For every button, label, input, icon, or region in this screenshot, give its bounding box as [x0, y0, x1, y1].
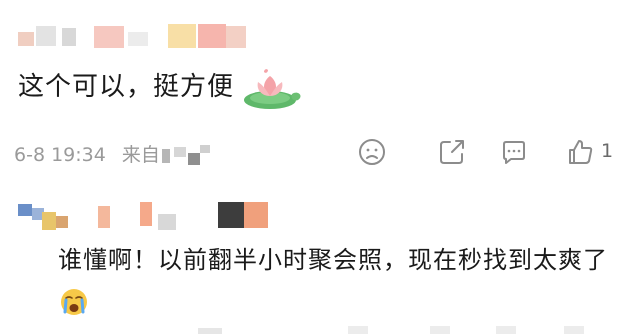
source-device-blurred [160, 144, 212, 167]
like-icon[interactable] [562, 134, 598, 170]
comment-1-text: 这个可以，挺方便 [18, 72, 235, 102]
next-meta-line-clipped [0, 322, 640, 335]
like-count: 1 [601, 140, 614, 162]
comment-2-username-blurred[interactable] [18, 198, 268, 232]
comment-1-source-label: 来自 [121, 144, 160, 166]
sad-face-icon[interactable] [354, 134, 390, 170]
comment-1-date: 6-8 19:34 [14, 144, 106, 166]
comment-1-username-blurred[interactable] [18, 18, 248, 52]
comment-1-meta: 6-8 19:34 来自 [14, 140, 212, 167]
share-icon[interactable] [434, 134, 470, 170]
comment-2-text: 谁懂啊！以前翻半小时聚会照，现在秒找到太爽了 [58, 238, 628, 326]
comment-2-text-body: 谁懂啊！以前翻半小时聚会照，现在秒找到太爽了 [58, 246, 608, 274]
comment-icon[interactable] [496, 134, 532, 170]
crying-face-emoji [60, 286, 88, 315]
lotus-sticker [240, 60, 310, 116]
